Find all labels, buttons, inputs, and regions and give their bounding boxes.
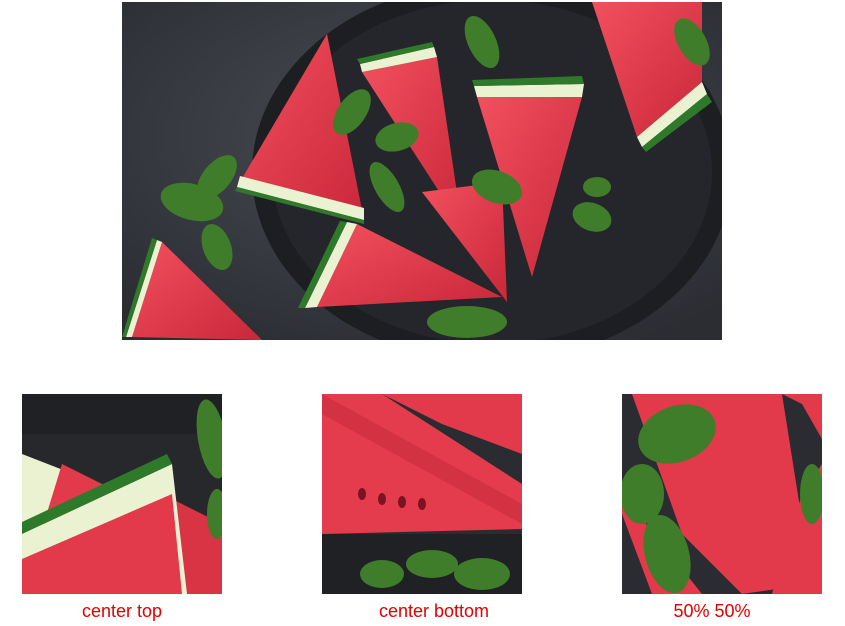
watermelon-crop-center-icon [622,394,822,594]
crop-50-50 [622,394,822,594]
main-photo [122,2,722,340]
caption-center-bottom: center bottom [378,601,490,621]
caption-50-50: 50% 50% [673,601,751,621]
crop-center-bottom [322,394,522,594]
watermelon-photo-icon [122,2,722,340]
caption-center-top: center top [81,601,163,621]
watermelon-crop-top-icon [22,394,222,594]
watermelon-crop-bottom-icon [322,394,522,594]
crop-center-top [22,394,222,594]
